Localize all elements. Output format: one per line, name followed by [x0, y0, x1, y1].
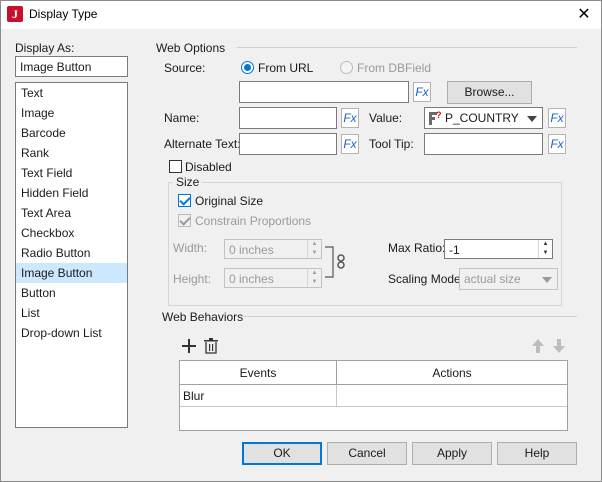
value-select-text: P_COUNTRY: [445, 111, 519, 125]
link-proportions-icon[interactable]: [323, 245, 347, 279]
cancel-button[interactable]: Cancel: [327, 442, 407, 465]
name-formula-button[interactable]: Fx: [341, 108, 359, 128]
ok-button[interactable]: OK: [242, 442, 322, 465]
from-dbfield-radio[interactable]: [340, 61, 353, 74]
url-input[interactable]: [239, 81, 409, 103]
constrain-proportions-label: Constrain Proportions: [195, 214, 312, 228]
original-size-label: Original Size: [195, 194, 264, 208]
list-item[interactable]: Text Area: [16, 203, 127, 223]
size-group-label: Size: [173, 175, 203, 189]
display-type-dialog: J Display Type ✕ Display As: Image Butto…: [0, 0, 602, 482]
close-icon[interactable]: ✕: [567, 1, 601, 29]
tool-tip-formula-button[interactable]: Fx: [548, 134, 566, 154]
parameter-icon: ?: [429, 110, 442, 125]
list-item[interactable]: Drop-down List: [16, 323, 127, 343]
width-label: Width:: [173, 241, 208, 255]
help-button[interactable]: Help: [497, 442, 577, 465]
table-row-event-cell[interactable]: Blur: [180, 385, 337, 407]
list-item[interactable]: Barcode: [16, 123, 127, 143]
value-select[interactable]: ? P_COUNTRY: [424, 107, 543, 129]
web-options-divider: [237, 47, 577, 48]
apply-button[interactable]: Apply: [412, 442, 492, 465]
max-ratio-label: Max Ratio:: [388, 241, 446, 255]
width-value: 0 inches: [229, 243, 274, 257]
max-ratio-value: -1: [449, 243, 460, 257]
width-stepper-arrows[interactable]: ▲ ▼: [307, 240, 321, 258]
list-item[interactable]: Checkbox: [16, 223, 127, 243]
list-item[interactable]: Text Field: [16, 163, 127, 183]
scaling-mode-label: Scaling Mode:: [388, 272, 465, 286]
web-behaviors-group-label: Web Behaviors: [162, 310, 244, 324]
actions-column-header[interactable]: Actions: [337, 361, 567, 385]
chevron-down-icon: [542, 277, 552, 283]
display-as-current-field[interactable]: Image Button: [15, 56, 128, 77]
web-behaviors-divider: [242, 316, 577, 317]
list-item-selected[interactable]: Image Button: [16, 263, 127, 283]
events-column-header[interactable]: Events: [180, 361, 337, 385]
list-item[interactable]: List: [16, 303, 127, 323]
height-value: 0 inches: [229, 272, 274, 286]
web-options-group-label: Web Options: [156, 41, 226, 55]
height-label: Height:: [173, 272, 212, 286]
list-item[interactable]: Button: [16, 283, 127, 303]
value-label: Value:: [369, 111, 403, 125]
original-size-checkbox[interactable]: [178, 194, 191, 207]
source-label: Source:: [164, 61, 206, 75]
scaling-mode-value: actual size: [464, 272, 521, 286]
table-row-action-cell[interactable]: [337, 385, 567, 407]
chevron-down-icon: [527, 116, 537, 122]
list-item[interactable]: Text: [16, 83, 127, 103]
width-stepper[interactable]: 0 inches ▲ ▼: [224, 239, 322, 259]
tool-tip-label: Tool Tip:: [369, 137, 414, 151]
url-formula-button[interactable]: Fx: [413, 82, 431, 102]
browse-button[interactable]: Browse...: [447, 81, 532, 104]
display-as-list[interactable]: Text Image Barcode Rank Text Field Hidde…: [15, 82, 128, 428]
constrain-proportions-checkbox[interactable]: [178, 214, 191, 227]
height-stepper-arrows[interactable]: ▲ ▼: [307, 269, 321, 287]
alternate-text-label: Alternate Text:: [164, 137, 241, 151]
from-url-radio[interactable]: [241, 61, 254, 74]
add-icon[interactable]: [180, 337, 198, 355]
name-input[interactable]: [239, 107, 337, 129]
display-as-label: Display As:: [15, 41, 75, 55]
list-item[interactable]: Radio Button: [16, 243, 127, 263]
list-item[interactable]: Image: [16, 103, 127, 123]
window-title: Display Type: [29, 7, 98, 21]
name-label: Name:: [164, 111, 200, 125]
disabled-label: Disabled: [185, 160, 232, 174]
delete-icon[interactable]: [202, 337, 220, 355]
web-behaviors-table[interactable]: Events Actions Blur: [179, 360, 568, 431]
max-ratio-stepper-arrows[interactable]: ▲ ▼: [538, 240, 552, 258]
move-down-icon[interactable]: [550, 337, 568, 355]
alternate-text-input[interactable]: [239, 133, 337, 155]
svg-text:?: ?: [436, 110, 442, 120]
disabled-checkbox[interactable]: [169, 160, 182, 173]
height-stepper[interactable]: 0 inches ▲ ▼: [224, 268, 322, 288]
from-url-label: From URL: [258, 61, 314, 75]
max-ratio-stepper[interactable]: -1 ▲ ▼: [444, 239, 553, 259]
from-dbfield-label: From DBField: [357, 61, 432, 75]
title-bar: J Display Type ✕: [1, 1, 601, 29]
app-logo-icon: J: [7, 6, 23, 22]
value-formula-button[interactable]: Fx: [548, 108, 566, 128]
scaling-mode-select[interactable]: actual size: [459, 268, 558, 290]
list-item[interactable]: Hidden Field: [16, 183, 127, 203]
move-up-icon[interactable]: [529, 337, 547, 355]
list-item[interactable]: Rank: [16, 143, 127, 163]
alternate-text-formula-button[interactable]: Fx: [341, 134, 359, 154]
tool-tip-input[interactable]: [424, 133, 543, 155]
